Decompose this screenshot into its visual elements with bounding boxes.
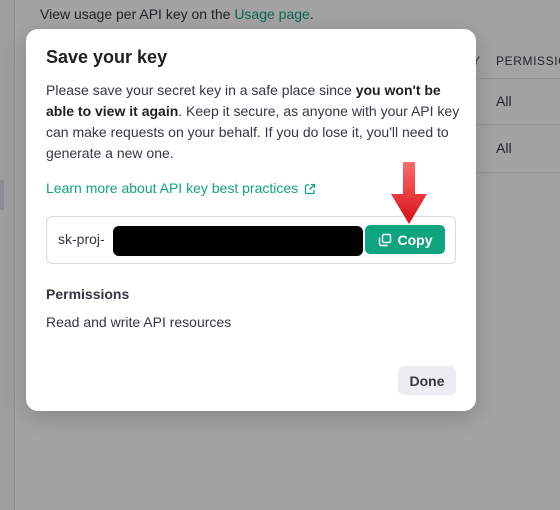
description-text: Please save your secret key in a safe pl… bbox=[46, 82, 356, 98]
copy-label: Copy bbox=[397, 231, 433, 248]
learn-more-label: Learn more about API key best practices bbox=[46, 180, 299, 196]
permissions-value: Read and write API resources bbox=[46, 314, 232, 330]
copy-button[interactable]: Copy bbox=[365, 225, 445, 254]
external-link-icon bbox=[304, 182, 316, 195]
done-button[interactable]: Done bbox=[398, 366, 456, 395]
dialog-title: Save your key bbox=[46, 47, 168, 67]
secret-key-prefix: sk-proj- bbox=[58, 231, 105, 247]
redacted-key-value bbox=[113, 226, 363, 256]
permissions-label: Permissions bbox=[46, 286, 130, 302]
annotation-arrow-icon bbox=[391, 162, 427, 224]
dialog-description: Please save your secret key in a safe pl… bbox=[46, 80, 462, 164]
learn-more-link[interactable]: Learn more about API key best practices bbox=[46, 180, 316, 196]
copy-icon bbox=[378, 233, 392, 247]
